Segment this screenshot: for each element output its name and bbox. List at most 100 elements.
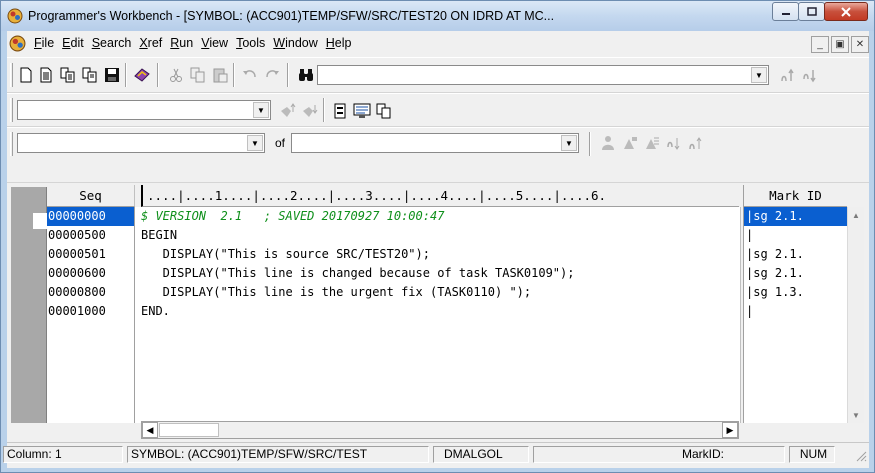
seq-number[interactable]: 00000600 [47,264,134,283]
markid-value[interactable]: |sg 2.1. [744,207,847,226]
properties-button[interactable] [331,102,349,120]
library-button[interactable] [133,66,151,84]
code-line[interactable]: $ VERSION 2.1 ; SAVED 20170927 10:00:47 [135,207,740,226]
toolbar-grip[interactable] [10,98,13,122]
multi-document-button[interactable] [81,66,99,84]
find-previous-button[interactable] [779,66,797,84]
mark-button[interactable] [621,134,639,152]
minimize-button[interactable] [772,2,799,21]
restore-icon: ▣ [835,39,845,50]
dropdown-arrow-icon[interactable]: ▼ [247,135,263,151]
assign-markid-button[interactable] [599,134,617,152]
copy-document-button[interactable] [59,66,77,84]
resize-grip-icon[interactable] [853,448,867,462]
menu-edit[interactable]: Edit [62,36,84,50]
maximize-button[interactable] [798,2,825,21]
menu-search[interactable]: Search [92,36,132,50]
client-area: File Edit Search Xref Run View Tools Window Help… [3,31,869,468]
redo-button[interactable] [263,66,281,84]
close-icon [841,6,851,17]
toolbar-grip[interactable] [10,63,13,87]
menu-window[interactable]: Window [273,36,317,50]
dropdown-arrow-icon[interactable]: ▼ [253,102,269,118]
menu-mnemonic: R [170,36,180,50]
multi-document-icon [82,67,97,83]
sort-up-icon [689,137,702,150]
menu-file[interactable]: File [34,36,54,50]
horizontal-scrollbar[interactable]: ◀ ▶ [141,421,739,439]
mark-list-button[interactable] [643,134,661,152]
scroll-right-icon[interactable]: ▶ [722,422,738,438]
markid-value[interactable]: | [744,302,847,321]
procedure-combo[interactable]: ▼ [17,100,271,120]
mdi-restore-button[interactable]: ▣ [831,36,849,53]
status-column: Column: 1 [3,446,123,463]
markid-value[interactable]: |sg 2.1. [744,245,847,264]
menu-view[interactable]: View [201,36,228,50]
menu-xref[interactable]: Xref [139,36,162,50]
copy-document-icon [60,67,75,83]
sort-down-button[interactable] [665,134,683,152]
dropdown-arrow-icon[interactable]: ▼ [751,67,767,83]
menu-tools[interactable]: Tools [236,36,265,50]
toolbar-grip[interactable] [10,132,13,156]
sort-up-button[interactable] [687,134,705,152]
sort-down-icon [667,138,680,150]
new-file-button[interactable] [17,66,35,84]
copy-list-button[interactable] [375,102,393,120]
code-line[interactable]: DISPLAY("This is source SRC/TEST20"); [135,245,740,264]
mdi-close-button[interactable]: ✕ [851,36,869,53]
markid-column-header[interactable]: Mark ID [743,185,847,207]
markid-value[interactable]: |sg 1.3. [744,283,847,302]
navigate-down-button[interactable] [301,102,319,120]
open-file-button[interactable] [37,66,55,84]
code-line[interactable]: BEGIN [135,226,740,245]
selection-gutter[interactable] [11,187,47,423]
title-bar[interactable]: Programmer's Workbench - [SYMBOL: (ACC90… [1,1,874,31]
view-window-button[interactable] [353,102,371,120]
status-markid: MarkID: [533,446,785,463]
seq-column-header[interactable]: Seq [47,185,135,207]
mdi-minimize-button[interactable]: _ [811,36,829,53]
mark-list-icon [646,137,659,149]
source-code-area[interactable]: $ VERSION 2.1 ; SAVED 20170927 10:00:47 B… [135,207,741,423]
markid-combo[interactable]: ▼ [17,133,265,153]
find-next-button[interactable] [801,66,819,84]
save-button[interactable] [103,66,121,84]
seq-number[interactable]: 00000500 [47,226,134,245]
paste-button[interactable] [211,66,229,84]
search-combo[interactable]: ▼ [317,65,769,85]
navigate-up-button[interactable] [279,102,297,120]
code-line[interactable]: END. [135,302,740,321]
scroll-thumb[interactable] [159,423,219,437]
markid-range-combo[interactable]: ▼ [291,133,579,153]
close-button[interactable] [824,2,868,21]
markid-value[interactable]: |sg 2.1. [744,264,847,283]
cut-button[interactable] [167,66,185,84]
find-button[interactable] [297,66,315,84]
menu-help[interactable]: Help [326,36,352,50]
document-system-menu-icon[interactable] [9,35,26,52]
seq-number[interactable]: 00000501 [47,245,134,264]
scroll-left-icon[interactable]: ◀ [142,422,158,438]
mark-icon [624,137,637,149]
undo-button[interactable] [241,66,259,84]
sequence-number-column[interactable]: 00000000 00000500 00000501 00000600 00000800… [47,207,135,423]
markid-toolbar: ▼ of ▼ [7,127,869,183]
seq-number[interactable]: 00001000 [47,302,134,321]
find-up-icon [781,68,794,82]
seq-number[interactable]: 00000800 [47,283,134,302]
markid-value[interactable]: | [744,226,847,245]
selection-marker [33,213,47,229]
markid-column[interactable]: |sg 2.1. | |sg 2.1. |sg 2.1. |sg 1.3. | [743,207,847,423]
vertical-scrollbar[interactable]: ▲ ▼ [847,207,864,423]
copy-button[interactable] [189,66,207,84]
dropdown-arrow-icon[interactable]: ▼ [561,135,577,151]
scroll-up-icon[interactable]: ▲ [848,207,864,223]
code-line[interactable]: DISPLAY("This line is changed because of… [135,264,740,283]
scroll-down-icon[interactable]: ▼ [848,407,864,423]
menu-run[interactable]: Run [170,36,193,50]
menu-label-rest: indow [285,36,318,50]
seq-number[interactable]: 00000000 [47,207,134,226]
code-line[interactable]: DISPLAY("This line is the urgent fix (TA… [135,283,740,302]
